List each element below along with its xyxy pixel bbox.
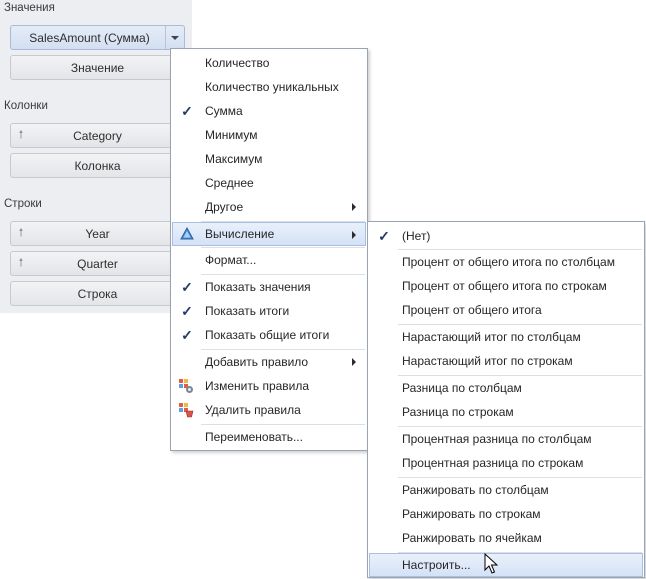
chevron-down-icon (171, 35, 179, 40)
submenu-item-label: Процент от общего итога по строкам (402, 279, 607, 293)
menu-item-label: Другое (205, 200, 244, 214)
submenu-item-label: Процент от общего итога по столбцам (402, 255, 615, 269)
menu-item-label: Сумма (205, 104, 243, 118)
menu-item-label: Среднее (205, 176, 254, 190)
submenu-item-diff-rows[interactable]: Разница по строкам (369, 400, 643, 424)
calculation-submenu: ✓ (Нет) Процент от общего итога по столб… (367, 221, 645, 578)
columns-field-button[interactable]: 🠕 Category (10, 123, 185, 148)
submenu-item-pct-total[interactable]: Процент от общего итога (369, 298, 643, 322)
submenu-item-pct-diff-columns[interactable]: Процентная разница по столбцам (369, 427, 643, 451)
submenu-item-label: Нарастающий итог по строкам (402, 354, 573, 368)
menu-item-label: Вычисление (205, 227, 275, 241)
menu-item-label: Количество (205, 56, 270, 70)
submenu-item-label: Процент от общего итога (402, 303, 542, 317)
menu-item-rename[interactable]: Переименовать... (172, 425, 366, 449)
check-icon: ✓ (181, 279, 193, 295)
submenu-item-label: Процентная разница по столбцам (402, 432, 592, 446)
rows-section-label: Строки (4, 198, 42, 210)
submenu-item-rank-cells[interactable]: Ранжировать по ячейкам (369, 526, 643, 550)
menu-item-edit-rules[interactable]: Изменить правила (172, 374, 366, 398)
menu-item-max[interactable]: Максимум (172, 147, 366, 171)
columns-placeholder[interactable]: Колонка (10, 153, 185, 178)
values-field-button[interactable]: SalesAmount (Сумма) (10, 25, 185, 50)
menu-item-label: Показать итоги (205, 304, 290, 318)
submenu-item-pct-total-columns[interactable]: Процент от общего итога по столбцам (369, 250, 643, 274)
menu-item-show-values[interactable]: ✓ Показать значения (172, 275, 366, 299)
menu-item-show-grand-totals[interactable]: ✓ Показать общие итоги (172, 323, 366, 347)
submenu-item-label: Процентная разница по строкам (402, 456, 584, 470)
check-icon: ✓ (181, 103, 193, 119)
menu-item-label: Максимум (205, 152, 263, 166)
check-icon: ✓ (378, 228, 390, 244)
mouse-pointer-icon (484, 553, 498, 574)
submenu-arrow-icon (352, 358, 356, 366)
submenu-item-label: Настроить... (402, 558, 471, 572)
sort-arrow-icon: 🠕 (18, 257, 24, 269)
rows-placeholder[interactable]: Строка (10, 281, 185, 306)
submenu-item-pct-diff-rows[interactable]: Процентная разница по строкам (369, 451, 643, 475)
submenu-item-running-rows[interactable]: Нарастающий итог по строкам (369, 349, 643, 373)
submenu-item-label: (Нет) (402, 229, 431, 243)
values-field-label: SalesAmount (Сумма) (29, 30, 150, 45)
submenu-item-rank-columns[interactable]: Ранжировать по столбцам (369, 478, 643, 502)
menu-item-other[interactable]: Другое (172, 195, 366, 219)
menu-item-label: Количество уникальных (205, 80, 339, 94)
rows-field-year-label: Year (85, 226, 110, 241)
menu-item-delete-rules[interactable]: Удалить правила (172, 398, 366, 422)
submenu-item-label: Разница по строкам (402, 405, 514, 419)
check-icon: ✓ (181, 303, 193, 319)
binding-panel: Значения SalesAmount (Сумма) Значение Ко… (0, 0, 192, 313)
rows-field-quarter-label: Quarter (77, 256, 118, 271)
menu-item-label: Формат... (205, 253, 257, 267)
context-menu: Количество Количество уникальных ✓ Сумма… (170, 48, 368, 451)
submenu-item-label: Ранжировать по строкам (402, 507, 541, 521)
values-placeholder-label: Значение (70, 60, 125, 75)
menu-item-format[interactable]: Формат... (172, 248, 366, 272)
menu-item-min[interactable]: Минимум (172, 123, 366, 147)
submenu-item-rank-rows[interactable]: Ранжировать по строкам (369, 502, 643, 526)
edit-rules-icon (179, 379, 193, 393)
menu-item-show-totals[interactable]: ✓ Показать итоги (172, 299, 366, 323)
columns-section-label: Колонки (4, 100, 48, 112)
menu-item-add-rule[interactable]: Добавить правило (172, 350, 366, 374)
menu-item-label: Минимум (205, 128, 258, 142)
columns-placeholder-label: Колонка (74, 158, 121, 173)
columns-field-label: Category (73, 128, 122, 143)
menu-item-label: Показать значения (205, 280, 311, 294)
values-section-label: Значения (4, 2, 55, 14)
submenu-item-customize[interactable]: Настроить... (369, 553, 643, 577)
sort-arrow-icon: 🠕 (18, 227, 24, 239)
rows-placeholder-label: Строка (77, 286, 118, 301)
submenu-arrow-icon (352, 203, 356, 211)
values-placeholder[interactable]: Значение (10, 55, 185, 80)
check-icon: ✓ (181, 327, 193, 343)
values-field-dropdown[interactable] (165, 26, 184, 49)
submenu-item-running-columns[interactable]: Нарастающий итог по столбцам (369, 325, 643, 349)
submenu-item-label: Разница по столбцам (402, 381, 522, 395)
menu-item-sum[interactable]: ✓ Сумма (172, 99, 366, 123)
submenu-item-pct-total-rows[interactable]: Процент от общего итога по строкам (369, 274, 643, 298)
rows-field-quarter[interactable]: 🠕 Quarter (10, 251, 185, 276)
menu-item-label: Показать общие итоги (205, 328, 330, 342)
submenu-item-label: Ранжировать по ячейкам (402, 531, 542, 545)
submenu-item-label: Нарастающий итог по столбцам (402, 330, 581, 344)
delete-rules-icon (179, 403, 194, 418)
menu-item-count[interactable]: Количество (172, 51, 366, 75)
menu-item-count-distinct[interactable]: Количество уникальных (172, 75, 366, 99)
submenu-item-diff-columns[interactable]: Разница по столбцам (369, 376, 643, 400)
submenu-item-none[interactable]: ✓ (Нет) (369, 224, 643, 248)
submenu-arrow-icon (352, 231, 356, 239)
triangle-icon (180, 227, 194, 240)
menu-item-calculation[interactable]: Вычисление (172, 222, 366, 246)
rows-field-year[interactable]: 🠕 Year (10, 221, 185, 246)
menu-item-label: Добавить правило (205, 355, 309, 369)
submenu-item-label: Ранжировать по столбцам (402, 483, 549, 497)
menu-item-label: Изменить правила (205, 379, 310, 393)
menu-item-average[interactable]: Среднее (172, 171, 366, 195)
menu-item-label: Удалить правила (205, 403, 301, 417)
menu-item-label: Переименовать... (205, 430, 303, 444)
sort-arrow-icon: 🠕 (18, 129, 24, 141)
